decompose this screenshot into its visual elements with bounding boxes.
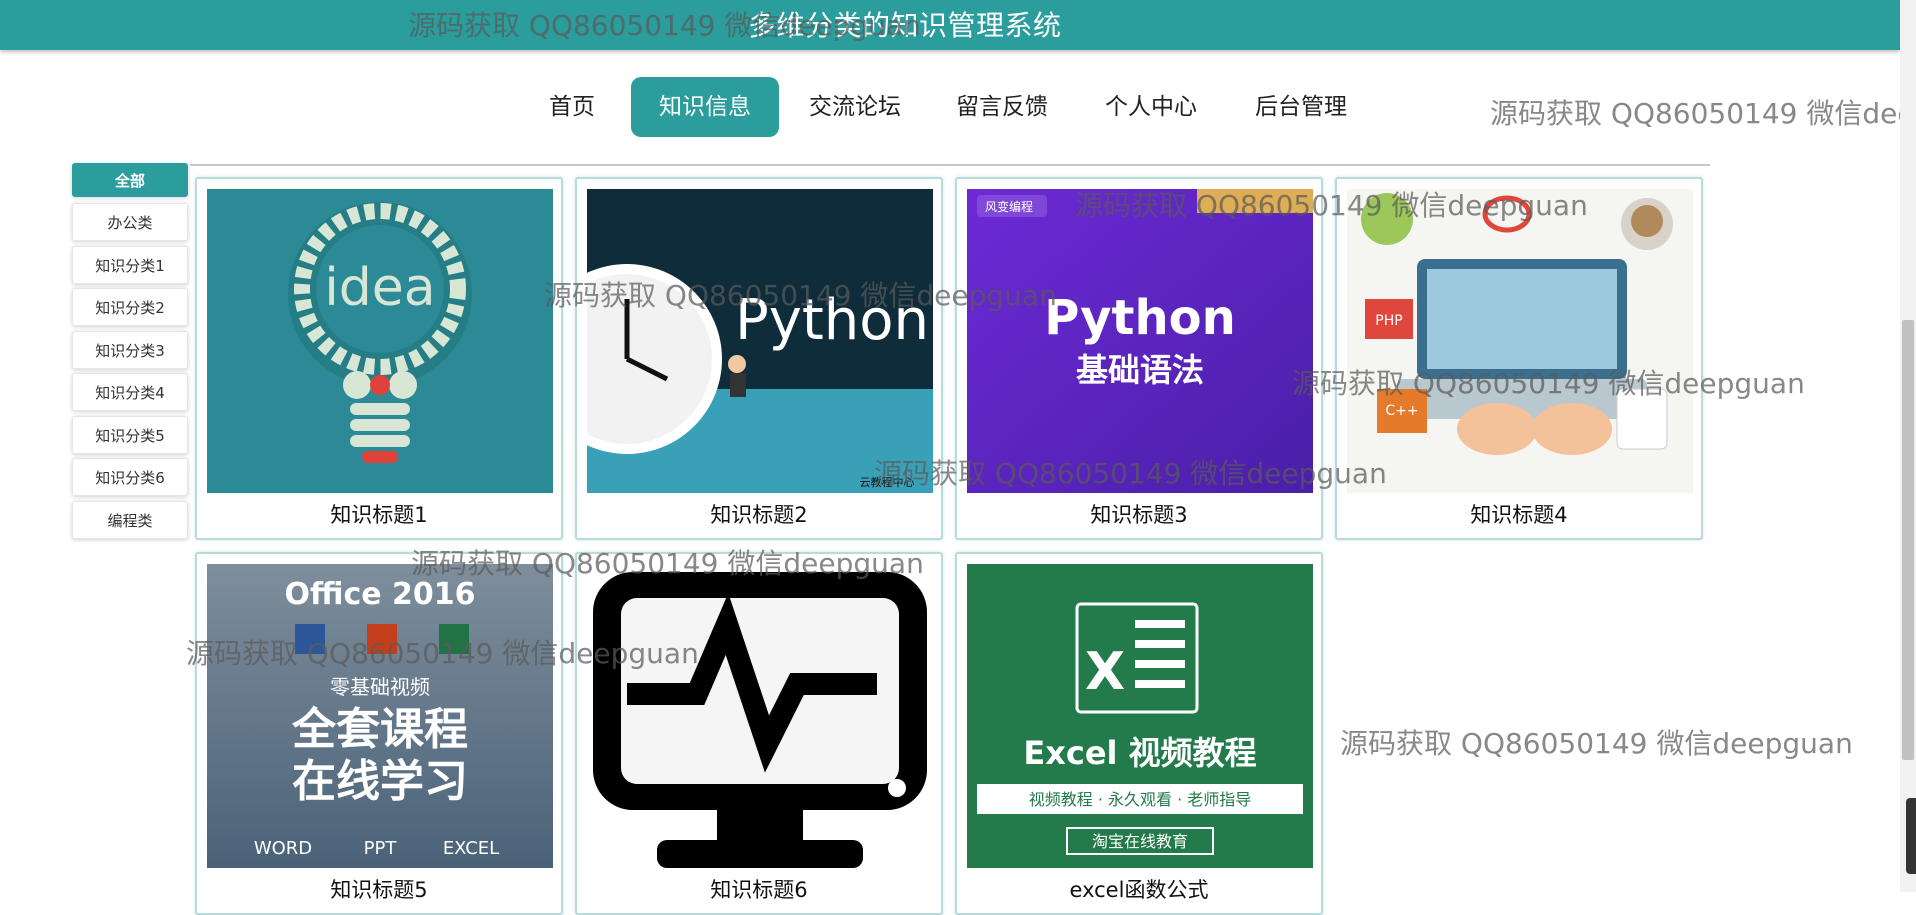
knowledge-card[interactable]: Office 2016 零基础视频 全套课程 在线学习 WORD PPT EXC… [195, 552, 563, 915]
knowledge-card[interactable]: idea 知识标题1 [195, 177, 563, 540]
knowledge-card[interactable]: 知识标题6 [575, 552, 943, 915]
nav-knowledge-info[interactable]: 知识信息 [631, 77, 779, 137]
nav-personal-center[interactable]: 个人中心 [1096, 77, 1206, 137]
header-bar: 多维分类的知识管理系统 [0, 0, 1900, 50]
knowledge-card[interactable]: 风变编程 Python 基础语法 知识标题3 [955, 177, 1323, 540]
thumbnail-caption: 云教程中心 [860, 476, 915, 489]
category-all[interactable]: 全部 [72, 163, 188, 197]
svg-text:全套课程: 全套课程 [291, 704, 468, 755]
svg-text:idea: idea [324, 258, 435, 318]
category-1[interactable]: 知识分类1 [72, 245, 188, 284]
site-title: 多维分类的知识管理系统 [748, 9, 1062, 42]
main-nav: 首页 知识信息 交流论坛 留言反馈 个人中心 后台管理 [520, 77, 1356, 137]
brand-label: 风变编程 [985, 199, 1033, 214]
card-thumbnail-office: Office 2016 零基础视频 全套课程 在线学习 WORD PPT EXC… [207, 564, 553, 868]
card-title: excel函数公式 [1069, 878, 1209, 902]
svg-text:PPT: PPT [364, 838, 398, 859]
nav-admin[interactable]: 后台管理 [1246, 77, 1356, 137]
svg-text:PHP: PHP [1375, 313, 1402, 329]
knowledge-card[interactable]: Python 云教程中心 知识标题2 [575, 177, 943, 540]
category-office[interactable]: 办公类 [72, 203, 188, 241]
svg-text:Python: Python [1044, 290, 1236, 346]
category-3[interactable]: 知识分类3 [72, 330, 188, 369]
category-programming[interactable]: 编程类 [72, 500, 188, 539]
nav-feedback[interactable]: 留言反馈 [947, 77, 1057, 137]
svg-text:Office 2016: Office 2016 [284, 577, 475, 612]
scrollbar-thumb[interactable] [1902, 320, 1914, 760]
content-divider [190, 164, 1710, 166]
card-title: 知识标题5 [330, 878, 428, 902]
card-title: 知识标题1 [330, 503, 428, 527]
card-thumbnail-excel: X Excel 视频教程 视频教程 · 永久观看 · 老师指导 淘宝在线教育 [967, 564, 1313, 868]
category-2[interactable]: 知识分类2 [72, 288, 188, 326]
card-title: 知识标题4 [1470, 503, 1568, 527]
card-thumbnail-idea: idea [207, 189, 553, 493]
card-title: 知识标题6 [710, 878, 808, 902]
card-title: 知识标题3 [1090, 503, 1188, 527]
svg-text:在线学习: 在线学习 [292, 756, 468, 807]
svg-text:零基础视频: 零基础视频 [330, 675, 430, 699]
nav-home[interactable]: 首页 [520, 77, 624, 137]
card-thumbnail-python-syntax: 风变编程 Python 基础语法 [967, 189, 1313, 493]
nav-forum[interactable]: 交流论坛 [801, 77, 909, 137]
python-text: Python [735, 288, 929, 353]
category-4[interactable]: 知识分类4 [72, 373, 188, 411]
svg-text:C++: C++ [1385, 403, 1418, 419]
svg-text:Excel 视频教程: Excel 视频教程 [1023, 734, 1256, 772]
svg-text:视频教程 · 永久观看 · 老师指导: 视频教程 · 永久观看 · 老师指导 [1029, 790, 1252, 809]
card-thumbnail-python-clock: Python 云教程中心 [587, 189, 933, 493]
svg-text:EXCEL: EXCEL [443, 838, 499, 859]
svg-text:基础语法: 基础语法 [1076, 351, 1204, 389]
knowledge-card[interactable]: PHP C++ 知识标题4 [1335, 177, 1703, 540]
category-5[interactable]: 知识分类5 [72, 415, 188, 454]
side-widget[interactable] [1906, 798, 1916, 874]
svg-text:WORD: WORD [254, 838, 312, 859]
card-title: 知识标题2 [710, 503, 808, 527]
watermark: 源码获取 QQ86050149 微信deepguan [1490, 97, 1916, 130]
card-thumbnail-monitor-icon [587, 564, 933, 868]
category-6[interactable]: 知识分类6 [72, 458, 188, 496]
svg-text:X: X [1085, 642, 1125, 702]
card-thumbnail-laptop: PHP C++ [1347, 189, 1693, 493]
category-sidebar: 全部 办公类 知识分类1 知识分类2 知识分类3 知识分类4 知识分类5 知识分… [72, 163, 190, 543]
svg-text:淘宝在线教育: 淘宝在线教育 [1092, 832, 1188, 851]
watermark: 源码获取 QQ86050149 微信deepguan [1340, 727, 1853, 760]
knowledge-card[interactable]: X Excel 视频教程 视频教程 · 永久观看 · 老师指导 淘宝在线教育 e… [955, 552, 1323, 915]
